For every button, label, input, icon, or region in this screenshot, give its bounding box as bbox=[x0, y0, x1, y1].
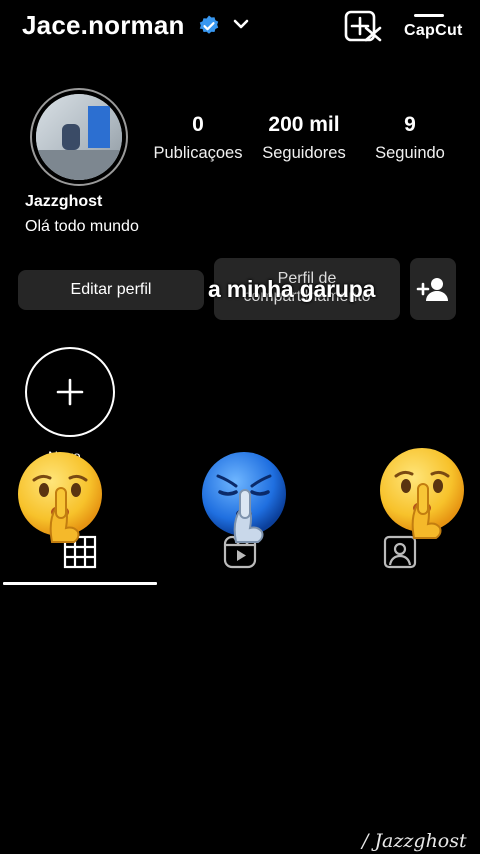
following-label[interactable]: Seguindo bbox=[364, 144, 456, 163]
chevron-down-icon[interactable] bbox=[231, 14, 251, 34]
followers-label[interactable]: Seguidores bbox=[254, 144, 354, 163]
blue-shushing-face-emoji-icon bbox=[202, 452, 286, 543]
capcut-watermark: CapCut bbox=[404, 22, 463, 39]
profile-username[interactable]: Jace.norman bbox=[22, 10, 185, 41]
video-caption: a minha garupa bbox=[208, 276, 376, 302]
following-count[interactable]: 9 bbox=[380, 113, 440, 137]
capcut-logo-bar bbox=[414, 14, 444, 17]
avatar[interactable] bbox=[36, 94, 122, 180]
profile-bio: Olá todo mundo bbox=[25, 218, 139, 235]
verified-badge-icon bbox=[199, 15, 219, 34]
shushing-face-emoji-icon bbox=[380, 448, 464, 539]
creator-watermark: / Jazzghost bbox=[362, 830, 467, 852]
shushing-face-emoji-icon bbox=[18, 452, 102, 543]
profile-name: Jazzghost bbox=[25, 193, 103, 210]
add-person-button[interactable] bbox=[410, 258, 456, 320]
posts-count: 0 bbox=[192, 113, 204, 136]
active-tab-indicator bbox=[3, 582, 157, 585]
add-person-icon bbox=[416, 278, 448, 301]
plus-icon bbox=[56, 378, 84, 406]
followers-count[interactable]: 200 mil bbox=[254, 113, 354, 137]
edit-profile-button[interactable]: Editar perfil bbox=[18, 270, 204, 310]
new-highlight-button[interactable] bbox=[25, 347, 115, 437]
posts-label: Publicaçoes bbox=[153, 144, 243, 162]
capcut-logo-icon bbox=[344, 10, 382, 42]
